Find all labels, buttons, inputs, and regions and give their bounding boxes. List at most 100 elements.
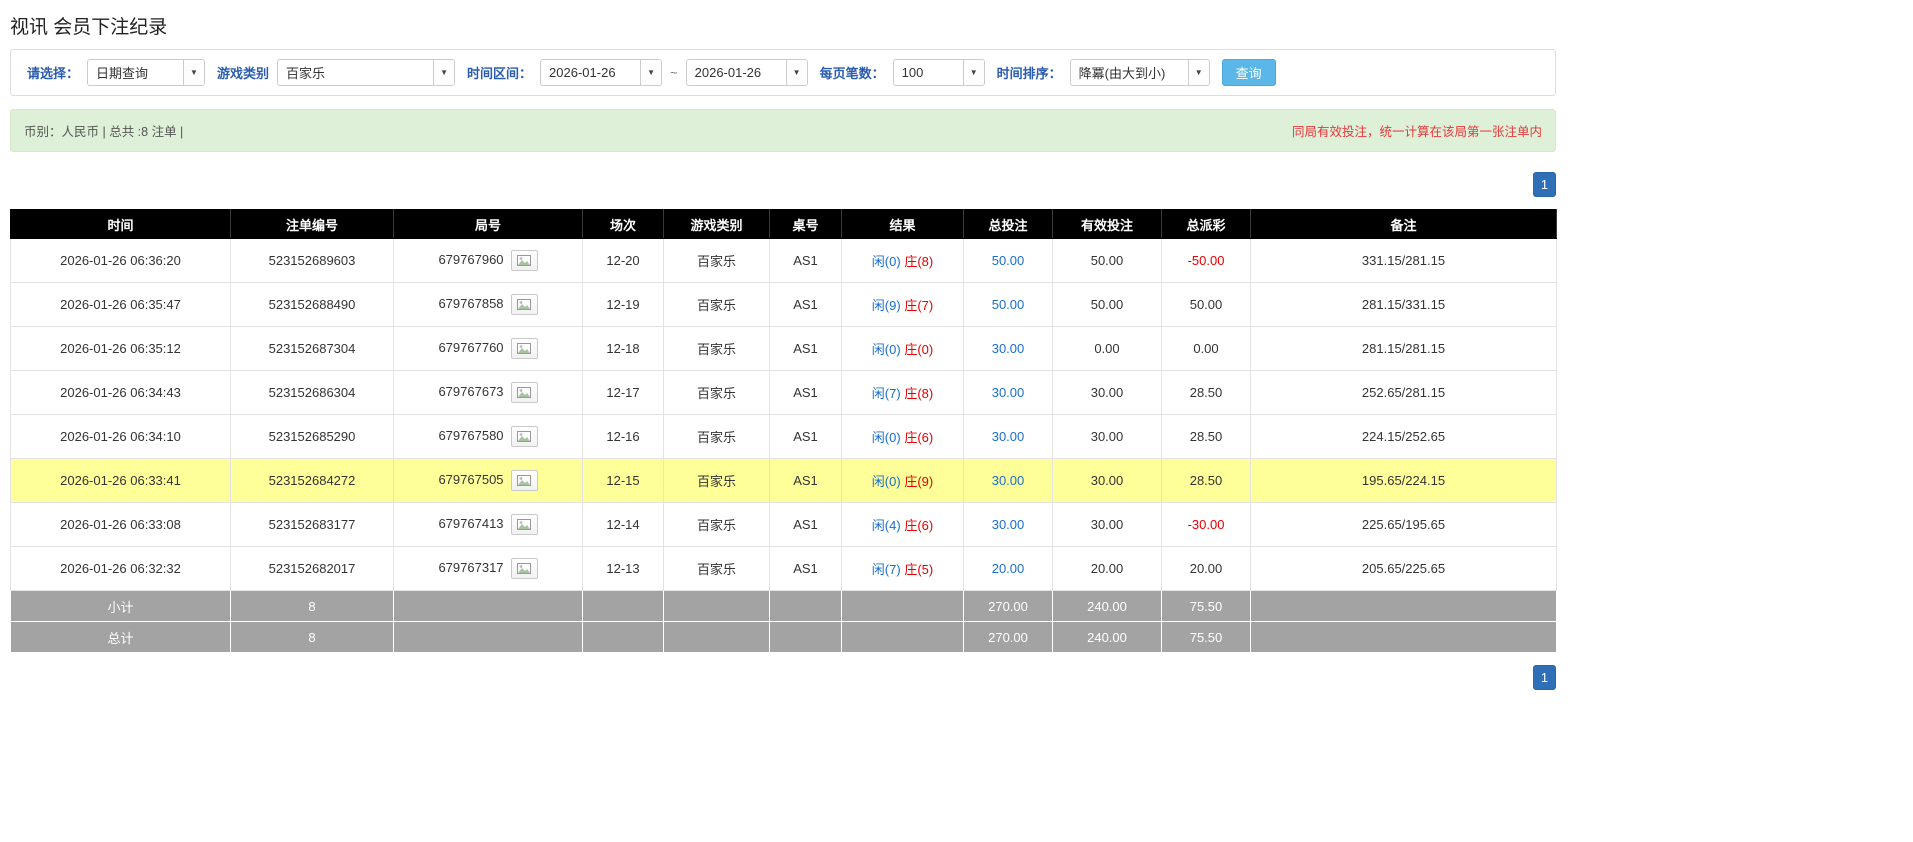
date-to-dropdown[interactable]: 2026-01-26 ▼ — [685, 59, 808, 86]
total-valid-bet: 240.00 — [1052, 621, 1162, 653]
cell-payout: -30.00 — [1161, 502, 1251, 547]
total-bet-link[interactable]: 30.00 — [992, 341, 1025, 356]
cell-valid-bet: 50.00 — [1052, 238, 1162, 283]
page-1-button[interactable]: 1 — [1533, 172, 1556, 197]
round-id-text: 679767317 — [438, 559, 504, 575]
search-button[interactable]: 查询 — [1221, 59, 1276, 86]
round-id-text: 679767413 — [438, 515, 504, 531]
cell-total-bet: 20.00 — [963, 546, 1053, 591]
subtotal-count: 8 — [230, 590, 394, 622]
cell-table-no: AS1 — [769, 238, 842, 283]
cell-valid-bet: 50.00 — [1052, 282, 1162, 327]
cell-table-no: AS1 — [769, 546, 842, 591]
game-result-image-icon[interactable] — [510, 382, 538, 403]
cell-note: 252.65/281.15 — [1250, 370, 1557, 415]
col-header-valid-bet: 有效投注 — [1052, 209, 1162, 239]
game-type-dropdown[interactable]: 百家乐 ▼ — [277, 59, 456, 86]
cell-session: 12-19 — [582, 282, 664, 327]
cell-note: 281.15/281.15 — [1250, 326, 1557, 371]
cell-game-type: 百家乐 — [663, 502, 770, 547]
total-bet-link[interactable]: 30.00 — [992, 385, 1025, 400]
cell-session: 12-16 — [582, 414, 664, 459]
result-banker: 庄(8) — [904, 254, 934, 269]
chevron-down-icon[interactable]: ▼ — [433, 60, 455, 85]
chevron-down-icon[interactable]: ▼ — [640, 60, 662, 85]
page-title: 视讯 会员下注纪录 — [10, 17, 168, 38]
page-size-label: 每页笔数： — [819, 66, 885, 81]
game-result-image-icon[interactable] — [510, 338, 538, 359]
cell-total-bet: 50.00 — [963, 282, 1053, 327]
game-result-image-icon[interactable] — [510, 558, 538, 579]
table-row: 2026-01-26 06:33:41 523152684272 6797675… — [10, 458, 1557, 503]
table-row: 2026-01-26 06:35:12 523152687304 6797677… — [10, 326, 1557, 371]
cell-time: 2026-01-26 06:32:32 — [10, 546, 231, 591]
cell-total-bet: 50.00 — [963, 238, 1053, 283]
total-label: 总计 — [10, 621, 231, 653]
total-bet-link[interactable]: 20.00 — [992, 561, 1025, 576]
page-size-value: 100 — [901, 65, 924, 80]
result-banker: 庄(9) — [904, 474, 934, 489]
cell-payout: 28.50 — [1161, 370, 1251, 415]
col-header-total-bet: 总投注 — [963, 209, 1053, 239]
cell-session: 12-15 — [582, 458, 664, 503]
cell-note: 225.65/195.65 — [1250, 502, 1557, 547]
cell-note: 331.15/281.15 — [1250, 238, 1557, 283]
cell-session: 12-14 — [582, 502, 664, 547]
col-header-round-id: 局号 — [393, 209, 583, 239]
table-row: 2026-01-26 06:34:10 523152685290 6797675… — [10, 414, 1557, 459]
page-size-dropdown[interactable]: 100 ▼ — [892, 59, 985, 86]
chevron-down-icon[interactable]: ▼ — [785, 60, 807, 85]
bet-records-table: 时间 注单编号 局号 场次 游戏类别 桌号 结果 总投注 有效投注 总派彩 备注… — [10, 209, 1557, 653]
valid-bet-notice: 同局有效投注，统一计算在该局第一张注单内 — [1291, 125, 1542, 139]
select-type-label: 请选择： — [27, 66, 80, 81]
content-area: 视讯 会员下注纪录 请选择： 日期查询 ▼ 游戏类别 百家乐 ▼ 时间区间： 2… — [10, 12, 1557, 690]
total-bet-link[interactable]: 30.00 — [992, 517, 1025, 532]
total-bet-link[interactable]: 50.00 — [992, 297, 1025, 312]
result-player: 闲(4) — [871, 518, 901, 533]
game-type-value: 百家乐 — [286, 66, 326, 81]
cell-time: 2026-01-26 06:33:08 — [10, 502, 231, 547]
date-from-dropdown[interactable]: 2026-01-26 ▼ — [540, 59, 663, 86]
page-1-button[interactable]: 1 — [1533, 665, 1556, 690]
cell-result: 闲(9) 庄(7) — [841, 282, 964, 327]
sort-order-label: 时间排序： — [996, 66, 1062, 81]
table-row: 2026-01-26 06:34:43 523152686304 6797676… — [10, 370, 1557, 415]
table-footer: 小计 8 270.00 240.00 75.50 总计 8 270.00 240… — [10, 590, 1557, 653]
cell-result: 闲(7) 庄(8) — [841, 370, 964, 415]
chevron-down-icon[interactable]: ▼ — [1187, 60, 1209, 85]
game-result-image-icon[interactable] — [510, 470, 538, 491]
cell-payout: 28.50 — [1161, 458, 1251, 503]
cell-game-type: 百家乐 — [663, 546, 770, 591]
cell-payout: 50.00 — [1161, 282, 1251, 327]
col-header-time: 时间 — [10, 209, 231, 239]
game-result-image-icon[interactable] — [510, 294, 538, 315]
sort-order-value: 降冪(由大到小) — [1078, 66, 1166, 81]
cell-bet-id: 523152689603 — [230, 238, 394, 283]
total-bet-link[interactable]: 30.00 — [992, 429, 1025, 444]
chevron-down-icon[interactable]: ▼ — [962, 60, 984, 85]
result-player: 闲(0) — [871, 474, 901, 489]
cell-table-no: AS1 — [769, 282, 842, 327]
sort-order-dropdown[interactable]: 降冪(由大到小) ▼ — [1069, 59, 1210, 86]
grand-total-row: 总计 8 270.00 240.00 75.50 — [10, 621, 1557, 653]
summary-bar: 币别：人民币 | 总共 :8 注单 | 同局有效投注，统一计算在该局第一张注单内 — [10, 109, 1556, 152]
select-type-dropdown[interactable]: 日期查询 ▼ — [87, 59, 206, 86]
game-result-image-icon[interactable] — [510, 426, 538, 447]
game-result-image-icon[interactable] — [510, 250, 538, 271]
cell-table-no: AS1 — [769, 458, 842, 503]
total-bet-link[interactable]: 50.00 — [992, 253, 1025, 268]
chevron-down-icon[interactable]: ▼ — [183, 60, 205, 85]
game-result-image-icon[interactable] — [510, 514, 538, 535]
cell-total-bet: 30.00 — [963, 502, 1053, 547]
subtotal-payout: 75.50 — [1161, 590, 1251, 622]
cell-game-type: 百家乐 — [663, 326, 770, 371]
cell-note: 205.65/225.65 — [1250, 546, 1557, 591]
result-banker: 庄(8) — [904, 386, 934, 401]
cell-table-no: AS1 — [769, 326, 842, 371]
cell-time: 2026-01-26 06:34:43 — [10, 370, 231, 415]
round-id-text: 679767580 — [438, 427, 504, 443]
total-bet-link[interactable]: 30.00 — [992, 473, 1025, 488]
cell-game-type: 百家乐 — [663, 238, 770, 283]
date-range-label: 时间区间： — [467, 66, 533, 81]
cell-payout: 0.00 — [1161, 326, 1251, 371]
